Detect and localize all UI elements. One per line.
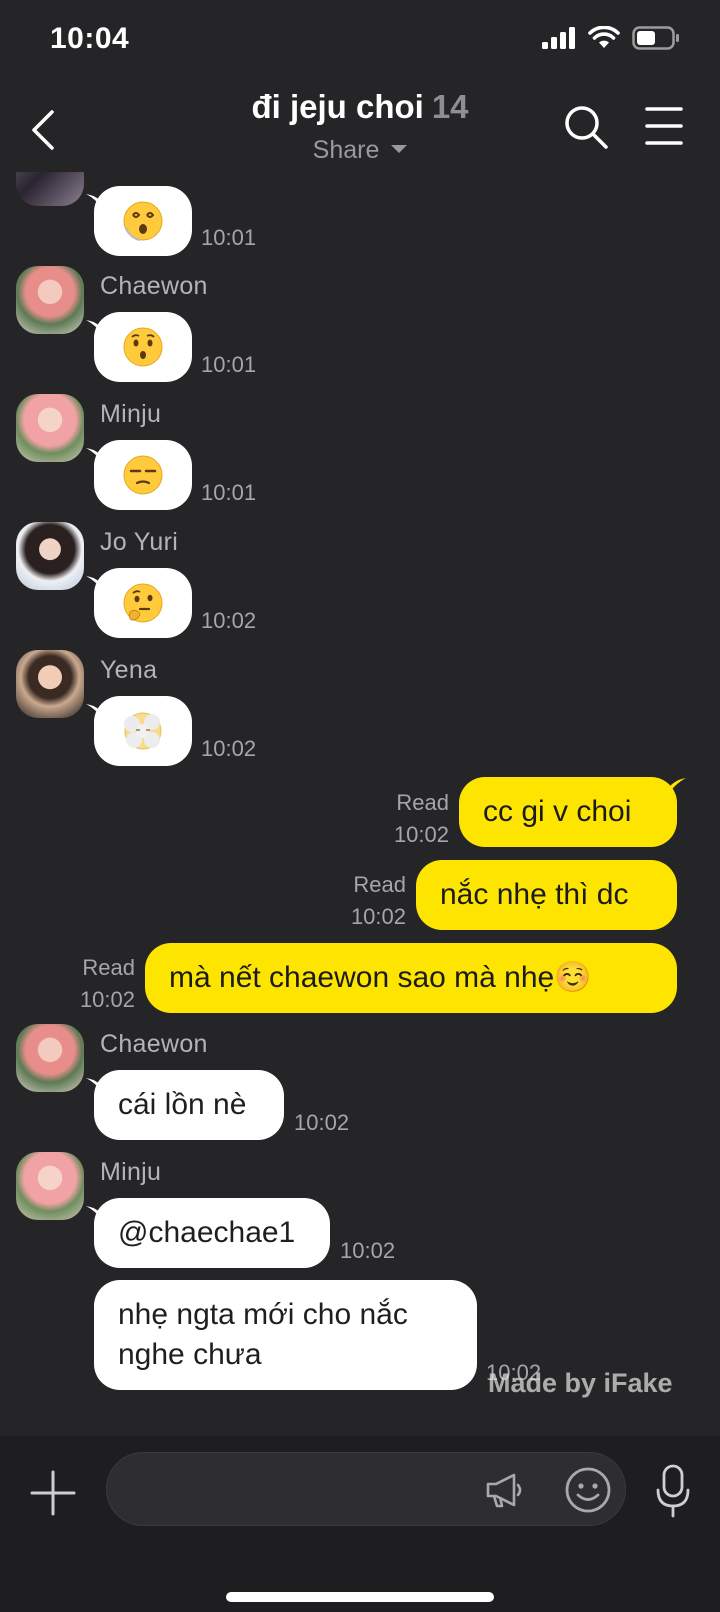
message-bubble[interactable]: cc gi v choi bbox=[459, 777, 677, 847]
message-text: nhẹ ngta mới cho nắc nghe chưa bbox=[118, 1298, 408, 1371]
read-receipt: Read bbox=[82, 955, 135, 980]
sender-name: Yena bbox=[100, 656, 158, 684]
emoticon-button[interactable] bbox=[564, 1466, 612, 1514]
message-bubble[interactable] bbox=[94, 312, 192, 382]
message-bubble[interactable]: nắc nhẹ thì dc bbox=[416, 860, 677, 930]
bubble-tail bbox=[86, 448, 108, 470]
message-text: cc gi v choi bbox=[483, 795, 632, 828]
add-attachment-button[interactable] bbox=[30, 1470, 76, 1516]
sender-name: Minju bbox=[100, 400, 162, 428]
status-bar: 10:04 bbox=[0, 0, 720, 80]
message-bubble[interactable]: cái lồn nè bbox=[94, 1070, 284, 1140]
message-time: 10:01 bbox=[201, 480, 257, 505]
avatar[interactable] bbox=[16, 1024, 84, 1092]
avatar[interactable] bbox=[16, 522, 84, 590]
sender-name: Chaewon bbox=[100, 272, 208, 300]
face-in-clouds-emoji bbox=[124, 712, 162, 750]
message-text: cái lồn nè bbox=[118, 1088, 247, 1121]
message-bubble[interactable] bbox=[94, 186, 192, 256]
avatar[interactable] bbox=[16, 172, 84, 206]
chat-title: đi jeju choi 14 bbox=[0, 88, 720, 126]
message-time: 10:02 bbox=[201, 736, 257, 761]
read-receipt: Read bbox=[396, 790, 449, 815]
message-time: 10:02 bbox=[79, 987, 135, 1012]
message-time: 10:02 bbox=[201, 608, 257, 633]
sender-name: Minju bbox=[100, 1158, 162, 1186]
dizzy-face-emoji bbox=[123, 201, 163, 241]
avatar[interactable] bbox=[16, 266, 84, 334]
message-time: 10:02 bbox=[393, 822, 449, 847]
bubble-tail bbox=[86, 320, 108, 342]
sender-name: Chaewon bbox=[100, 1030, 208, 1058]
message-time: 10:02 bbox=[350, 904, 406, 929]
message-bubble[interactable] bbox=[94, 568, 192, 638]
avatar[interactable] bbox=[16, 650, 84, 718]
chat-messages: 10:01 Chaewon 10:01 Minju 10:01 Jo Yuri bbox=[0, 172, 720, 1436]
sender-name: Jo Yuri bbox=[100, 528, 179, 556]
bubble-tail bbox=[86, 704, 108, 726]
message-text: @chaechae1 bbox=[118, 1216, 296, 1249]
bubble-tail bbox=[86, 576, 108, 598]
message-bubble[interactable] bbox=[94, 440, 192, 510]
message-time: 10:01 bbox=[201, 352, 257, 377]
chat-room-name: đi jeju choi bbox=[251, 88, 424, 125]
bubble-tail bbox=[86, 194, 108, 216]
megaphone-icon[interactable] bbox=[484, 1470, 524, 1510]
share-dropdown[interactable]: Share bbox=[0, 136, 720, 165]
read-receipt: Read bbox=[353, 872, 406, 897]
wifi-icon bbox=[588, 26, 620, 48]
message-bubble[interactable]: mà nết chaewon sao mà nhẹ☺️ bbox=[145, 943, 677, 1013]
menu-button[interactable] bbox=[645, 106, 683, 146]
member-count: 14 bbox=[431, 88, 469, 125]
message-bubble[interactable] bbox=[94, 696, 192, 766]
bubble-tail bbox=[86, 1078, 108, 1100]
status-time: 10:04 bbox=[50, 22, 130, 55]
unamused-face-emoji bbox=[123, 455, 163, 495]
search-button[interactable] bbox=[563, 104, 609, 150]
message-bubble[interactable]: nhẹ ngta mới cho nắc nghe chưa bbox=[94, 1280, 477, 1390]
message-text: nắc nhẹ thì dc bbox=[440, 878, 629, 911]
message-text: mà nết chaewon sao mà nhẹ☺️ bbox=[169, 961, 592, 994]
avatar[interactable] bbox=[16, 1152, 84, 1220]
message-input-bar bbox=[0, 1436, 720, 1612]
bubble-tail bbox=[664, 778, 686, 800]
microphone-button[interactable] bbox=[655, 1464, 691, 1518]
cellular-signal-icon bbox=[542, 27, 575, 49]
thinking-face-emoji bbox=[123, 583, 163, 623]
hushed-face-emoji bbox=[123, 327, 163, 367]
caret-down-icon bbox=[391, 145, 408, 154]
chat-header: đi jeju choi 14 Share bbox=[0, 80, 720, 172]
message-bubble[interactable]: @chaechae1 bbox=[94, 1198, 330, 1268]
home-indicator bbox=[226, 1592, 494, 1602]
message-time: 10:01 bbox=[201, 225, 257, 250]
message-input[interactable] bbox=[106, 1452, 626, 1526]
avatar[interactable] bbox=[16, 394, 84, 462]
message-time: 10:02 bbox=[340, 1238, 396, 1263]
bubble-tail bbox=[86, 1206, 108, 1228]
message-time: 10:02 bbox=[294, 1110, 350, 1135]
battery-icon bbox=[632, 26, 679, 50]
watermark-text: Made by iFake bbox=[488, 1368, 673, 1398]
status-icons bbox=[542, 26, 680, 50]
share-label: Share bbox=[312, 136, 380, 164]
